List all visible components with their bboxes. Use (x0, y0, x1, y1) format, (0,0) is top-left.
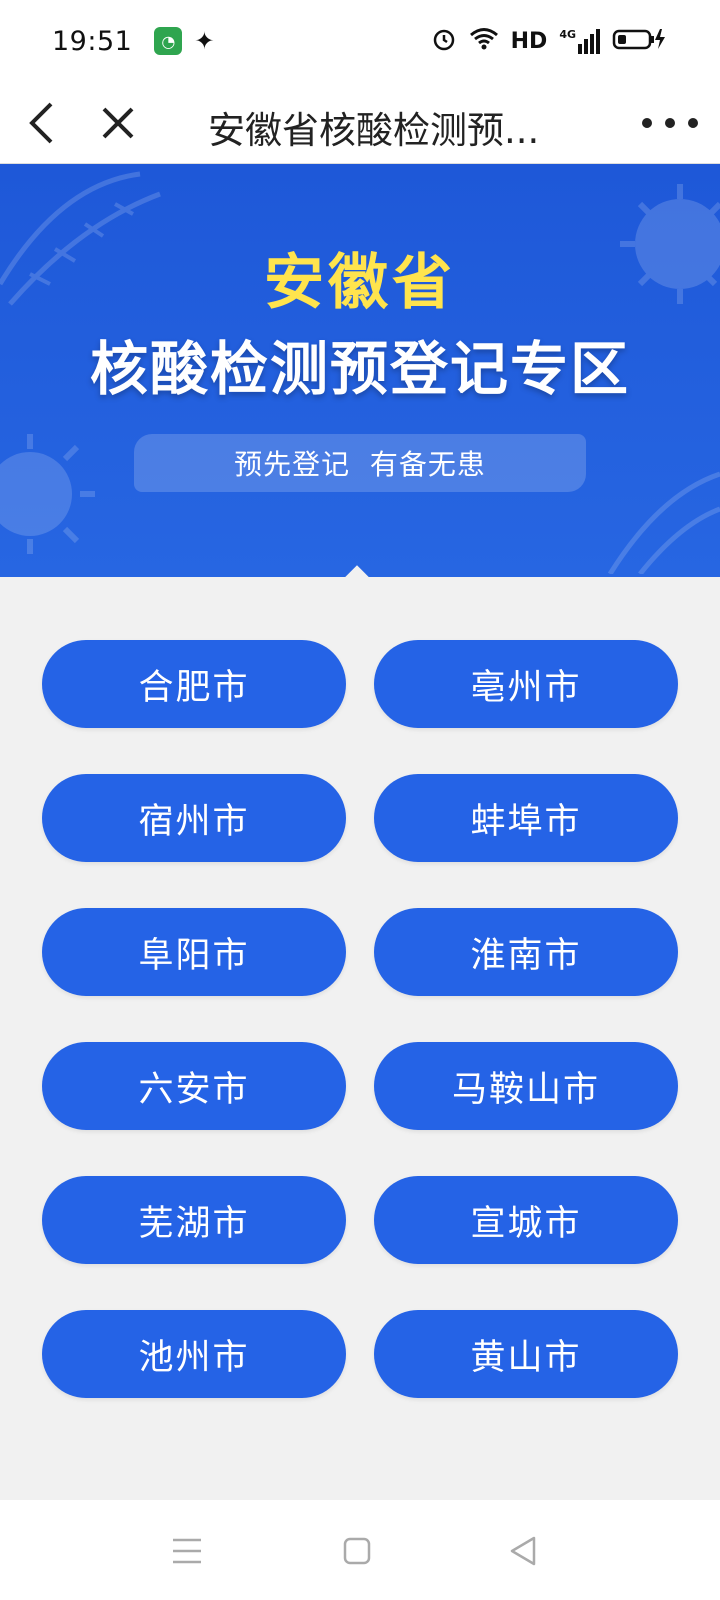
city-button-wuhu[interactable]: 芜湖市 (42, 1176, 346, 1264)
menu-nav-button[interactable] (170, 1534, 204, 1568)
city-button-bengbu[interactable]: 蚌埠市 (374, 774, 678, 862)
home-square-icon (343, 1537, 371, 1565)
system-nav-bar (0, 1500, 720, 1600)
banner-province-title: 安徽省 (264, 248, 456, 318)
hd-label: HD (510, 28, 548, 54)
more-dot-icon (665, 118, 675, 128)
home-nav-button[interactable] (340, 1534, 374, 1568)
city-button-chizhou[interactable]: 池州市 (42, 1310, 346, 1398)
more-dot-icon (642, 118, 652, 128)
more-dot-icon (688, 118, 698, 128)
hero-banner: 安徽省 核酸检测预登记专区 预先登记 有备无患 (0, 164, 720, 577)
page-title: 安徽省核酸检测预... (208, 109, 540, 152)
city-button-bozhou[interactable]: 亳州市 (374, 640, 678, 728)
wifi-icon (469, 27, 499, 55)
alipay-notification-icon: ✦ (194, 27, 215, 55)
back-button[interactable] (20, 101, 64, 145)
dna-decoration-icon (607, 471, 720, 574)
status-bar: 19:51 ◔ ✦ HD 4G (0, 0, 720, 82)
close-button[interactable] (96, 101, 140, 145)
menu-icon (173, 1538, 201, 1564)
virus-decoration-icon (0, 434, 95, 554)
battery-icon (612, 27, 668, 55)
city-button-fuyang[interactable]: 阜阳市 (42, 908, 346, 996)
city-button-huangshan[interactable]: 黄山市 (374, 1310, 678, 1398)
city-button-hefei[interactable]: 合肥市 (42, 640, 346, 728)
city-button-xuancheng[interactable]: 宣城市 (374, 1176, 678, 1264)
city-button-huainan[interactable]: 淮南市 (374, 908, 678, 996)
back-nav-button[interactable] (506, 1534, 540, 1568)
back-triangle-icon (510, 1536, 536, 1566)
alarm-icon (431, 26, 457, 56)
app-notification-icon: ◔ (154, 27, 183, 55)
city-button-grid: 合肥市 亳州市 宿州市 蚌埠市 阜阳市 淮南市 六安市 马鞍山市 芜湖市 宣城市… (42, 640, 678, 1398)
close-icon (102, 107, 134, 139)
cell-signal-icon: 4G (559, 28, 600, 54)
banner-main-title: 核酸检测预登记专区 (89, 335, 630, 403)
city-button-suzhou[interactable]: 宿州市 (42, 774, 346, 862)
chevron-left-icon (29, 102, 53, 144)
navigation-bar: 安徽省核酸检测预... (0, 82, 720, 164)
city-button-luan[interactable]: 六安市 (42, 1042, 346, 1130)
banner-slogan: 预先登记 有备无患 (134, 434, 586, 492)
banner-slogan-text: 预先登记 有备无患 (234, 448, 486, 481)
more-options-button[interactable] (642, 107, 698, 139)
signal-label: 4G (559, 28, 576, 41)
status-time: 19:51 (52, 25, 133, 57)
city-button-maanshan[interactable]: 马鞍山市 (374, 1042, 678, 1130)
status-right-icons: HD 4G (431, 26, 668, 56)
